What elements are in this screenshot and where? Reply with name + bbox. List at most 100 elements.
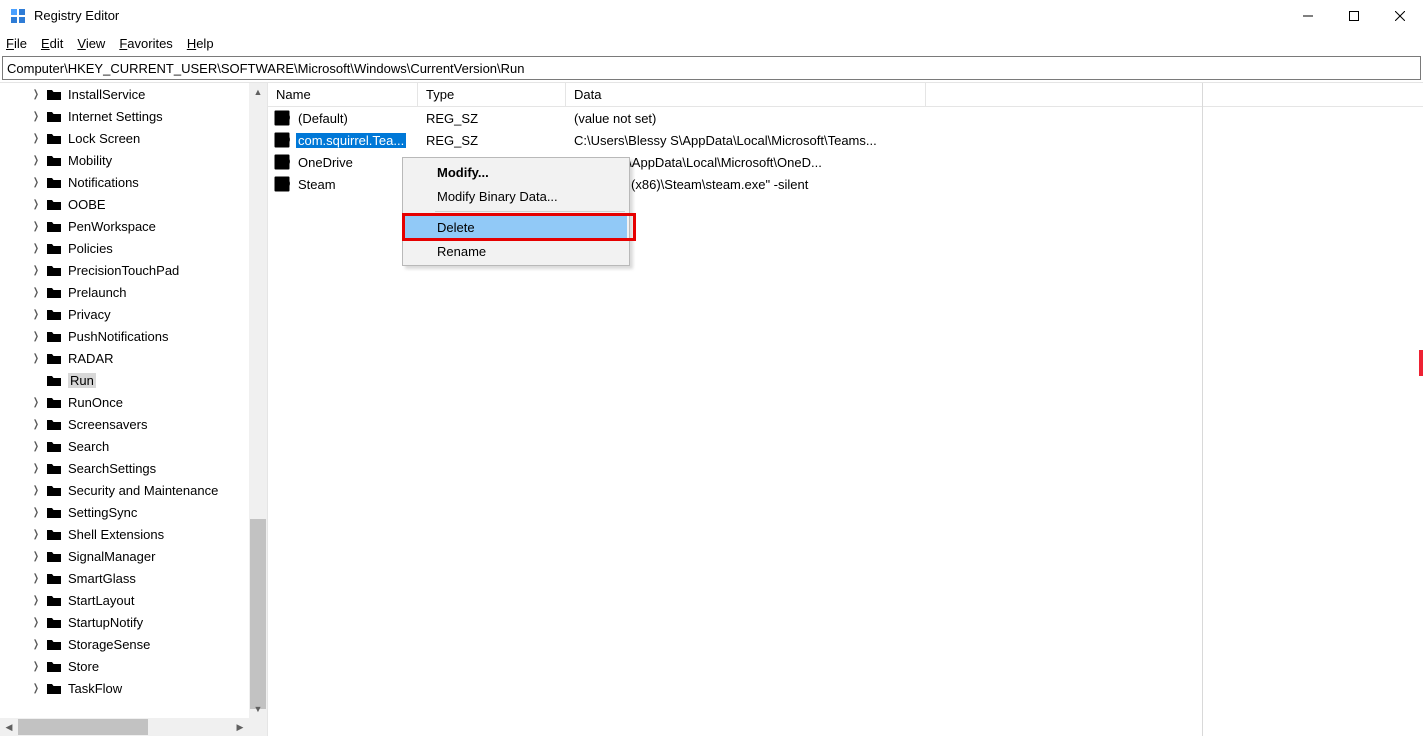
tree-horizontal-scrollbar[interactable]: ◀ ▶ [0, 718, 249, 736]
tree-item-shell-extensions[interactable]: ❯Shell Extensions [0, 523, 249, 545]
expander-icon[interactable]: ❯ [32, 463, 40, 474]
expander-icon[interactable]: ❯ [32, 419, 40, 430]
expander-icon[interactable]: ❯ [32, 331, 40, 342]
tree-item-taskflow[interactable]: ❯ TaskFlow [0, 677, 249, 699]
tree-item-label: RunOnce [68, 395, 123, 410]
tree-item-oobe[interactable]: ❯ OOBE [0, 193, 249, 215]
tree-item-search[interactable]: ❯Search [0, 435, 249, 457]
tree-item-storagesense[interactable]: ❯StorageSense [0, 633, 249, 655]
menu-favorites[interactable]: Favorites [119, 36, 172, 51]
tree-item-run[interactable]: Run [0, 369, 249, 391]
expander-icon[interactable]: ❯ [32, 155, 40, 166]
menu-edit[interactable]: Edit [41, 36, 63, 51]
tree-view[interactable]: ❯ InstallService ❯Internet Settings❯Lock S… [0, 83, 249, 718]
tree-item-searchsettings[interactable]: ❯SearchSettings [0, 457, 249, 479]
value-row[interactable]: (Default)REG_SZ(value not set) [268, 107, 1423, 129]
expander-icon[interactable]: ❯ [32, 287, 40, 298]
expander-icon[interactable]: ❯ [32, 551, 40, 562]
tree-item-privacy[interactable]: ❯Privacy [0, 303, 249, 325]
column-header-data[interactable]: Data [566, 83, 926, 106]
tree-item-mobility[interactable]: ❯Mobility [0, 149, 249, 171]
menu-item-delete[interactable]: Delete [405, 215, 627, 239]
scroll-down-icon[interactable]: ▼ [249, 700, 267, 718]
expander-icon[interactable]: ❯ [32, 265, 40, 276]
tree-item-label: InstallService [68, 87, 145, 102]
tree-item-label: Run [70, 373, 94, 388]
tree-item-policies[interactable]: ❯Policies [0, 237, 249, 259]
folder-icon [46, 88, 62, 101]
expander-icon[interactable]: ❯ [32, 529, 40, 540]
tree-item-security-and-maintenance[interactable]: ❯Security and Maintenance [0, 479, 249, 501]
minimize-button[interactable] [1285, 0, 1331, 31]
expander-icon[interactable]: ❯ [32, 309, 40, 320]
expander-icon[interactable]: ❯ [32, 397, 40, 408]
menu-file[interactable]: File [6, 36, 27, 51]
menu-item-rename[interactable]: Rename [405, 239, 627, 263]
scroll-right-icon[interactable]: ▶ [231, 722, 249, 733]
tree-item-precisiontouchpad[interactable]: ❯PrecisionTouchPad [0, 259, 249, 281]
tree-item-settingsync[interactable]: ❯SettingSync [0, 501, 249, 523]
tree-item-smartglass[interactable]: ❯SmartGlass [0, 567, 249, 589]
pane-splitter[interactable] [1202, 83, 1203, 736]
expander-icon[interactable]: ❯ [32, 595, 40, 606]
tree-item-lock-screen[interactable]: ❯Lock Screen [0, 127, 249, 149]
folder-icon [46, 550, 62, 563]
expander-icon[interactable]: ❯ [32, 243, 40, 254]
context-menu: Modify...Modify Binary Data... DeleteRena… [402, 157, 630, 266]
folder-icon [46, 220, 62, 233]
expander-icon[interactable]: ❯ [32, 441, 40, 452]
tree-item-signalmanager[interactable]: ❯SignalManager [0, 545, 249, 567]
scroll-thumb[interactable] [250, 519, 266, 709]
tree-item-penworkspace[interactable]: ❯PenWorkspace [0, 215, 249, 237]
value-type: REG_SZ [418, 133, 566, 148]
tree-item-prelaunch[interactable]: ❯Prelaunch [0, 281, 249, 303]
tree-item-screensavers[interactable]: ❯Screensavers [0, 413, 249, 435]
expander-icon[interactable]: ❯ [32, 485, 40, 496]
expander-icon[interactable]: ❯ [32, 639, 40, 650]
menu-item-modify-binary-data[interactable]: Modify Binary Data... [405, 184, 627, 208]
expander-icon[interactable]: ❯ [32, 617, 40, 628]
expander-icon[interactable]: ❯ [32, 111, 40, 122]
tree-item-radar[interactable]: ❯RADAR [0, 347, 249, 369]
folder-icon [46, 616, 62, 629]
tree-item-startupnotify[interactable]: ❯StartupNotify [0, 611, 249, 633]
tree-item-startlayout[interactable]: ❯StartLayout [0, 589, 249, 611]
folder-icon [46, 154, 62, 167]
close-button[interactable] [1377, 0, 1423, 31]
scroll-thumb-h[interactable] [18, 719, 148, 735]
tree-item-notifications[interactable]: ❯Notifications [0, 171, 249, 193]
expander-icon[interactable]: ❯ [32, 177, 40, 188]
expander-icon[interactable]: ❯ [32, 661, 40, 672]
menu-view[interactable]: View [77, 36, 105, 51]
expander-icon[interactable]: ❯ [32, 89, 40, 100]
tree-item-label: OOBE [68, 197, 106, 212]
expander-icon[interactable]: ❯ [32, 353, 40, 364]
folder-icon [46, 660, 62, 673]
menu-item-modify[interactable]: Modify... [405, 160, 627, 184]
folder-icon [46, 682, 62, 695]
value-row[interactable]: com.squirrel.Tea...REG_SZC:\Users\Blessy… [268, 129, 1423, 151]
tree-item-store[interactable]: ❯Store [0, 655, 249, 677]
column-header-type[interactable]: Type [418, 83, 566, 106]
expander-icon[interactable]: ❯ [32, 133, 40, 144]
expander-icon[interactable]: ❯ [32, 221, 40, 232]
maximize-button[interactable] [1331, 0, 1377, 31]
tree-item-runonce[interactable]: ❯ RunOnce [0, 391, 249, 413]
tree-item-internet-settings[interactable]: ❯Internet Settings [0, 105, 249, 127]
expander-icon[interactable]: ❯ [32, 683, 40, 694]
scroll-up-icon[interactable]: ▲ [249, 83, 267, 101]
tree-vertical-scrollbar[interactable]: ▲ ▼ [249, 83, 267, 718]
titlebar: Registry Editor [0, 0, 1423, 32]
column-header-name[interactable]: Name [268, 83, 418, 106]
tree-item-installservice[interactable]: ❯ InstallService [0, 83, 249, 105]
menu-help[interactable]: Help [187, 36, 214, 51]
address-path: Computer\HKEY_CURRENT_USER\SOFTWARE\Micr… [7, 61, 525, 76]
scroll-left-icon[interactable]: ◀ [0, 722, 18, 733]
expander-icon[interactable]: ❯ [32, 573, 40, 584]
address-bar[interactable]: Computer\HKEY_CURRENT_USER\SOFTWARE\Micr… [2, 56, 1421, 80]
expander-icon[interactable]: ❯ [32, 507, 40, 518]
tree-item-pushnotifications[interactable]: ❯PushNotifications [0, 325, 249, 347]
expander-icon[interactable]: ❯ [32, 199, 40, 210]
tree-item-label: TaskFlow [68, 681, 122, 696]
folder-icon [46, 352, 62, 365]
